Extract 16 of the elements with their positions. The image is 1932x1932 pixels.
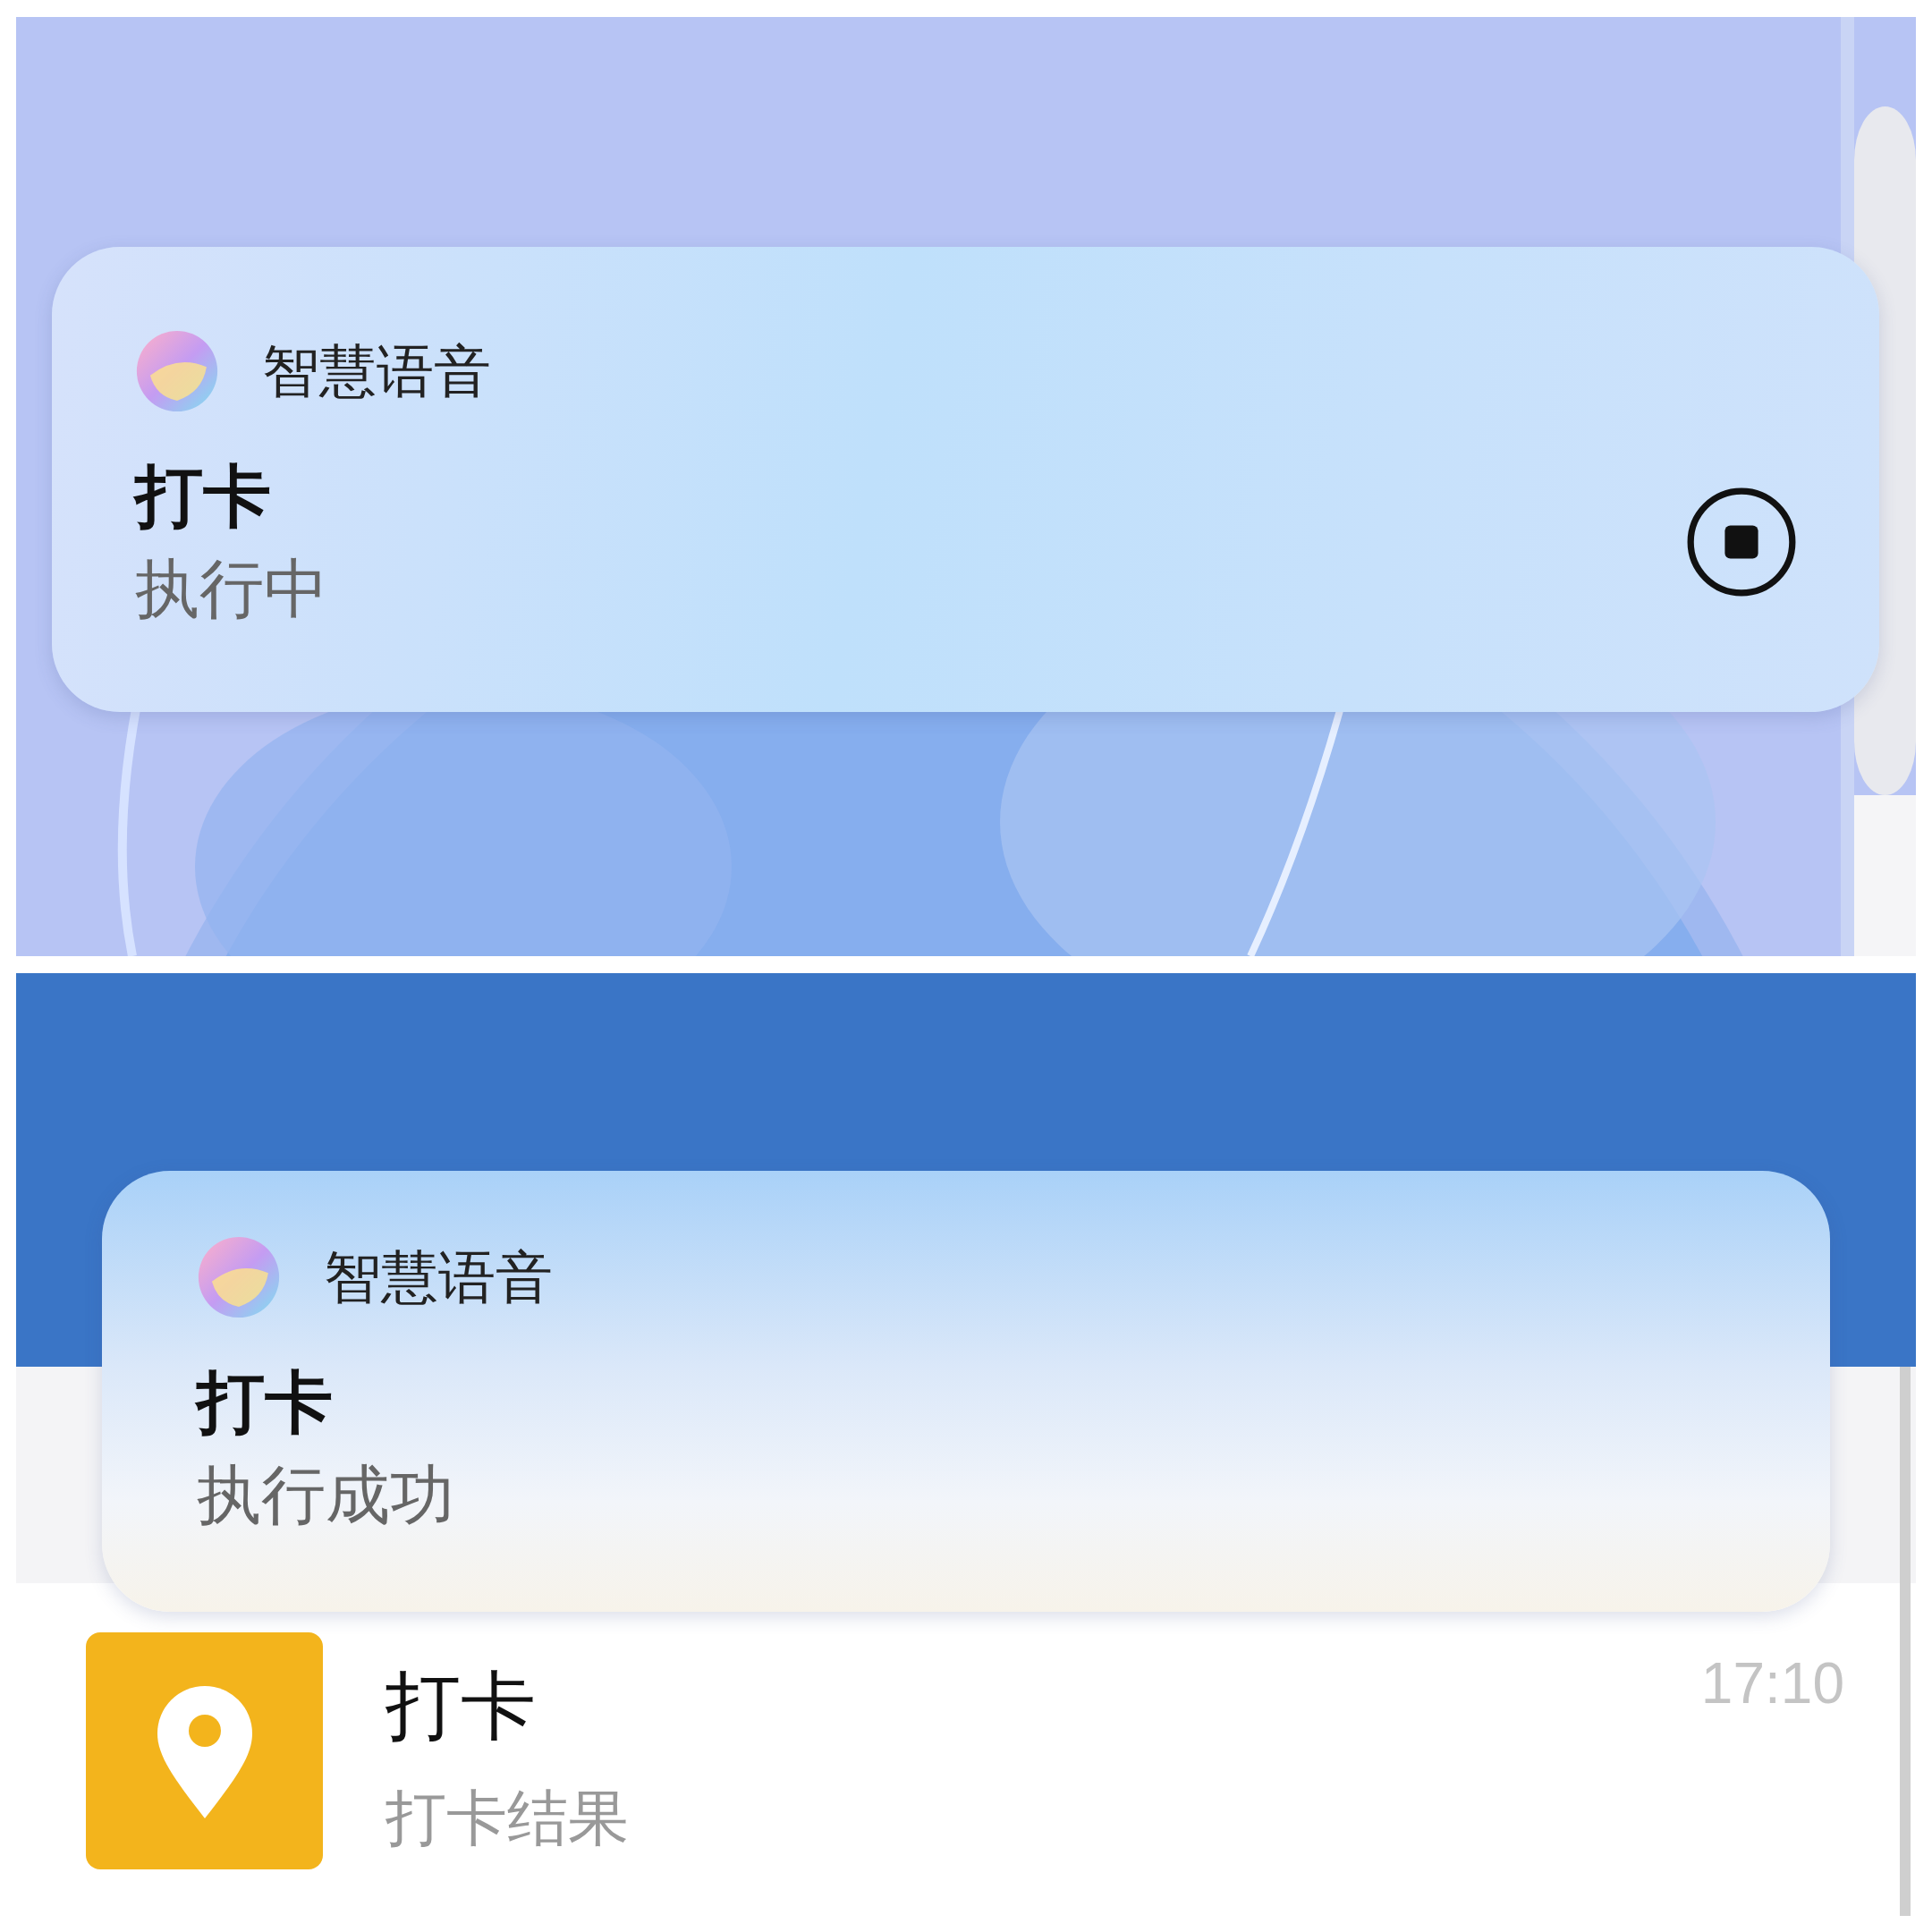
notification-title: 打卡 (197, 1361, 334, 1444)
notification-card[interactable]: 智慧语音 打卡 执行成功 (102, 1171, 1830, 1612)
notification-card[interactable]: 智慧语音 打卡 执行中 (52, 247, 1879, 712)
app-name: 智慧语音 (262, 336, 491, 406)
app-name: 智慧语音 (324, 1242, 553, 1312)
app-icon (135, 329, 219, 413)
location-pin-icon (155, 1683, 254, 1818)
notification-status: 执行中 (135, 550, 328, 629)
notification-title: 打卡 (135, 455, 272, 538)
app-icon (197, 1235, 281, 1319)
item-title: 打卡 (386, 1661, 537, 1751)
item-time: 17:10 (1700, 1650, 1844, 1716)
stop-icon[interactable] (1686, 486, 1797, 597)
list-item[interactable]: 打卡 打卡结果 17:10 (86, 1632, 1844, 1870)
item-subtitle: 打卡结果 (386, 1782, 630, 1856)
notification-status: 执行成功 (197, 1456, 454, 1535)
